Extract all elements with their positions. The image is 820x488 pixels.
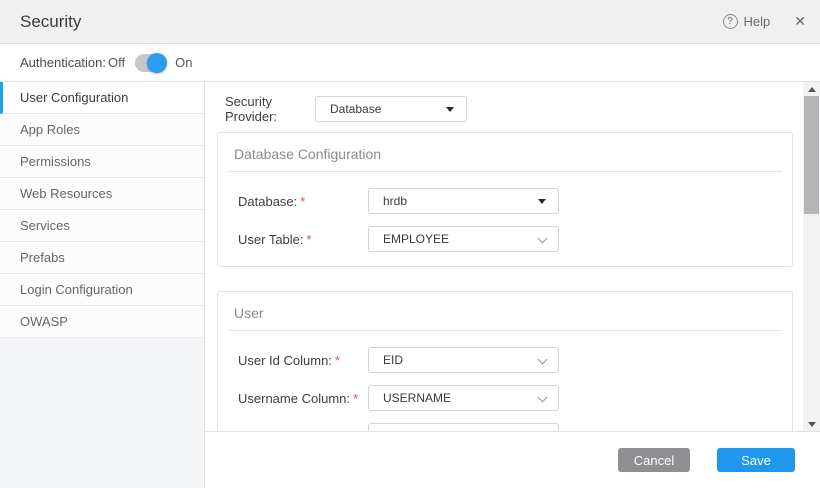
scrollbar-thumb[interactable] xyxy=(804,96,819,214)
dialog-body: User Configuration App Roles Permissions… xyxy=(0,82,820,488)
sidebar-item-login-configuration[interactable]: Login Configuration xyxy=(0,274,204,306)
username-column-label: Username Column: * xyxy=(238,390,359,406)
close-icon[interactable]: ✕ xyxy=(794,13,806,30)
username-column-select[interactable]: USERNAME xyxy=(368,385,559,411)
section-title-database-configuration: Database Configuration xyxy=(234,146,382,162)
titlebar: Security ? Help ✕ xyxy=(0,0,820,44)
scroll-down-icon[interactable] xyxy=(803,417,820,431)
scroll-region: Security Provider: Database Database Con… xyxy=(205,82,820,432)
password-column-label: Password Column:* xyxy=(238,429,368,432)
field-password-column: Password Column:* PASSWORD xyxy=(238,423,792,431)
sidebar-item-prefabs[interactable]: Prefabs xyxy=(0,242,204,274)
password-column-select[interactable]: PASSWORD xyxy=(368,423,559,431)
cancel-button[interactable]: Cancel xyxy=(618,448,690,472)
required-marker: * xyxy=(306,231,312,247)
security-dialog: Security ? Help ✕ Authentication: Off On… xyxy=(0,0,820,488)
database-value: hrdb xyxy=(383,194,408,208)
dropdown-caret-icon xyxy=(538,199,546,204)
security-provider-value: Database xyxy=(330,102,382,116)
sidebar-item-services[interactable]: Services xyxy=(0,210,204,242)
dropdown-caret-icon xyxy=(446,107,454,112)
toggle-on-label: On xyxy=(175,55,193,70)
help-label: Help xyxy=(743,14,771,29)
chevron-down-icon xyxy=(537,354,548,365)
required-marker: * xyxy=(353,390,359,406)
toggle-off-label: Off xyxy=(108,55,126,70)
user-id-column-select[interactable]: EID xyxy=(368,347,559,373)
sidebar-item-web-resources[interactable]: Web Resources xyxy=(0,178,204,210)
required-marker: * xyxy=(334,352,340,368)
field-user-table: User Table: * EMPLOYEE xyxy=(238,226,792,252)
save-button[interactable]: Save xyxy=(717,448,795,472)
required-marker: * xyxy=(350,429,355,432)
field-database: Database: * hrdb xyxy=(238,188,792,214)
toggle-knob xyxy=(147,52,168,73)
vertical-scrollbar[interactable] xyxy=(803,82,820,431)
scroll-up-icon[interactable] xyxy=(803,82,820,96)
main-panel: Security Provider: Database Database Con… xyxy=(205,82,820,488)
security-provider-select[interactable]: Database xyxy=(315,96,467,122)
username-column-value: USERNAME xyxy=(383,391,452,405)
sidebar-item-owasp[interactable]: OWASP xyxy=(0,306,204,338)
password-column-value: PASSWORD xyxy=(383,429,452,431)
field-user-id-column: User Id Column: * EID xyxy=(238,347,792,373)
chevron-down-icon xyxy=(537,233,548,244)
authentication-toggle[interactable] xyxy=(135,52,168,73)
user-table-select[interactable]: EMPLOYEE xyxy=(368,226,559,252)
section-title-user: User xyxy=(234,305,264,321)
section-divider xyxy=(228,330,782,331)
sidebar-item-user-configuration[interactable]: User Configuration xyxy=(0,82,204,114)
user-panel: User User Id Column: * EID Username Colu… xyxy=(217,291,793,431)
sidebar: User Configuration App Roles Permissions… xyxy=(0,82,205,488)
sidebar-item-app-roles[interactable]: App Roles xyxy=(0,114,204,146)
footer-actions: Cancel Save xyxy=(205,432,820,488)
security-provider-row: Security Provider: Database xyxy=(205,82,803,124)
user-id-column-label: User Id Column: * xyxy=(238,352,340,368)
chevron-down-icon xyxy=(537,392,548,403)
authentication-label: Authentication: xyxy=(20,55,107,70)
user-configuration-content: Security Provider: Database Database Con… xyxy=(205,82,803,431)
database-label: Database: * xyxy=(238,193,306,209)
authentication-row: Authentication: Off On xyxy=(0,44,820,82)
database-configuration-panel: Database Configuration Database:* hrdb xyxy=(217,132,793,267)
section-divider xyxy=(228,171,782,172)
required-marker: * xyxy=(300,193,306,209)
security-provider-label: Security Provider: xyxy=(225,94,278,124)
user-table-label: User Table: * xyxy=(238,231,312,247)
user-id-column-value: EID xyxy=(383,353,404,367)
user-table-value: EMPLOYEE xyxy=(383,232,450,246)
field-username-column: Username Column: * USERNAME xyxy=(238,385,792,411)
help-icon: ? xyxy=(722,14,738,29)
page-title: Security xyxy=(20,11,82,31)
sidebar-item-permissions[interactable]: Permissions xyxy=(0,146,204,178)
help-button[interactable]: ? Help xyxy=(722,14,771,29)
database-select[interactable]: hrdb xyxy=(368,188,559,214)
